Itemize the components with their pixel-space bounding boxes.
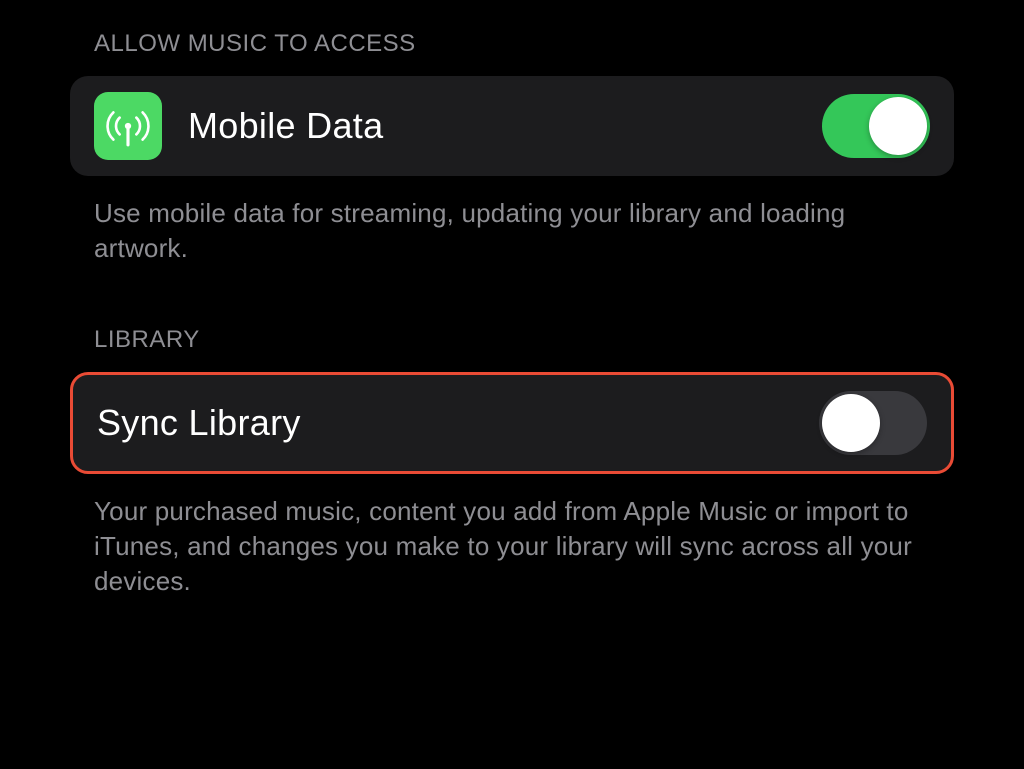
sync-library-description: Your purchased music, content you add fr… [94, 494, 930, 599]
mobile-data-toggle[interactable] [822, 94, 930, 158]
sync-library-row[interactable]: Sync Library [70, 372, 954, 474]
mobile-data-row[interactable]: Mobile Data [70, 76, 954, 176]
section-access: ALLOW MUSIC TO ACCESS Mobile Data Use mo… [70, 30, 954, 266]
sync-library-label: Sync Library [97, 402, 819, 444]
mobile-data-description: Use mobile data for streaming, updating … [94, 196, 930, 266]
antenna-icon [94, 92, 162, 160]
sync-library-toggle[interactable] [819, 391, 927, 455]
mobile-data-label: Mobile Data [188, 105, 822, 147]
section-header-library: LIBRARY [94, 326, 954, 354]
section-header-access: ALLOW MUSIC TO ACCESS [94, 30, 954, 58]
section-library: LIBRARY Sync Library Your purchased musi… [70, 326, 954, 599]
